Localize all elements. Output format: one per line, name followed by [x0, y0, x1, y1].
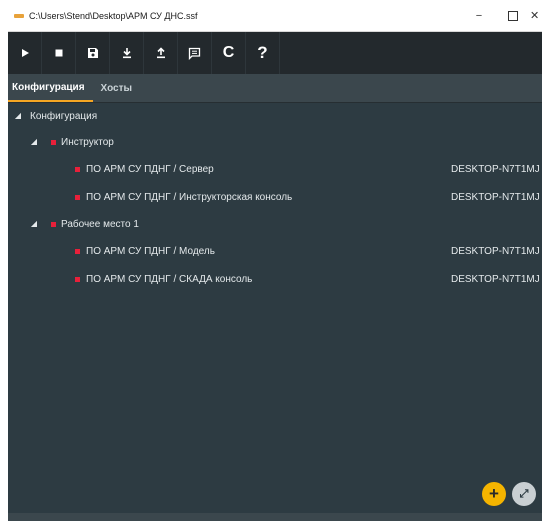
upload-icon: [156, 47, 165, 59]
tree-item-label: ПО АРМ СУ ПДНГ / Модель: [86, 245, 215, 257]
download-icon: [122, 48, 131, 59]
tree-root[interactable]: ◢ Конфигурация: [8, 103, 542, 129]
play-icon: [21, 49, 29, 57]
tree-group[interactable]: ◢ Инструктор: [8, 129, 542, 155]
tree-item[interactable]: ПО АРМ СУ ПДНГ / СКАДА консоль DESKTOP-N…: [8, 265, 542, 293]
help-icon: ?: [257, 43, 268, 62]
tree-item-host: DESKTOP-N7T1MJ: [451, 191, 540, 203]
download-button[interactable]: [110, 32, 144, 74]
help-button[interactable]: ?: [246, 32, 280, 74]
tree-item-label: ПО АРМ СУ ПДНГ / Инструкторская консоль: [86, 191, 293, 203]
maximize-button[interactable]: [496, 0, 530, 31]
message-button[interactable]: [178, 32, 212, 74]
tree-group-label: Рабочее место 1: [61, 218, 139, 230]
toolbar: C ?: [8, 32, 542, 74]
stop-button[interactable]: [42, 32, 76, 74]
status-marker-icon: [75, 194, 80, 200]
tree-root-label: Конфигурация: [30, 110, 98, 122]
tree-group-label: Инструктор: [61, 136, 114, 148]
configuration-tree: ◢ Конфигурация ◢ Инструктор ПО АРМ СУ ПД…: [8, 103, 542, 293]
tree-item[interactable]: ПО АРМ СУ ПДНГ / Модель DESKTOP-N7T1MJ: [8, 237, 542, 265]
tree-item-label: ПО АРМ СУ ПДНГ / Сервер: [86, 163, 214, 175]
tree-item-host: DESKTOP-N7T1MJ: [451, 245, 540, 257]
tree-item-host: DESKTOP-N7T1MJ: [451, 273, 540, 285]
refresh-icon: C: [222, 44, 235, 61]
tab-configuration[interactable]: Конфигурация: [8, 74, 93, 102]
add-button[interactable]: +: [482, 482, 506, 506]
refresh-button[interactable]: C: [212, 32, 246, 74]
tab-bar: Конфигурация Хосты: [8, 74, 542, 103]
close-icon: ✕: [530, 10, 540, 22]
save-button[interactable]: [76, 32, 110, 74]
status-marker-icon: [75, 276, 80, 282]
tree-item[interactable]: ПО АРМ СУ ПДНГ / Сервер DESKTOP-N7T1MJ: [8, 155, 542, 183]
minimize-button[interactable]: −: [462, 0, 496, 31]
expand-icon: ⤢: [519, 487, 529, 500]
maximize-icon: [508, 10, 518, 21]
minimize-icon: −: [475, 9, 483, 22]
status-marker-icon: [51, 139, 56, 145]
save-icon: [87, 48, 98, 58]
upload-button[interactable]: [144, 32, 178, 74]
stop-icon: [55, 49, 62, 57]
tree-item[interactable]: ПО АРМ СУ ПДНГ / Инструкторская консоль …: [8, 183, 542, 211]
message-icon: [188, 47, 201, 60]
close-button[interactable]: ✕: [530, 0, 542, 31]
play-button[interactable]: [8, 32, 42, 74]
tab-hosts[interactable]: Хосты: [93, 74, 141, 102]
status-marker-icon: [75, 248, 80, 254]
window-title: C:\Users\Stend\Desktop\АРМ СУ ДНС.ssf: [29, 10, 198, 21]
tree-group[interactable]: ◢ Рабочее место 1: [8, 211, 542, 237]
status-marker-icon: [51, 221, 56, 227]
tree-item-host: DESKTOP-N7T1MJ: [451, 163, 540, 175]
app-icon: [14, 13, 24, 18]
status-marker-icon: [75, 166, 80, 172]
collapse-icon[interactable]: ◢: [30, 219, 38, 229]
collapse-icon[interactable]: ◢: [14, 111, 22, 121]
expand-button[interactable]: ⤢: [512, 482, 536, 506]
status-bar: [8, 513, 542, 521]
tree-item-label: ПО АРМ СУ ПДНГ / СКАДА консоль: [86, 273, 253, 285]
title-bar: C:\Users\Stend\Desktop\АРМ СУ ДНС.ssf − …: [8, 0, 542, 32]
plus-icon: +: [489, 484, 499, 503]
app-window: C:\Users\Stend\Desktop\АРМ СУ ДНС.ssf − …: [8, 0, 542, 521]
window-controls: − ✕: [462, 0, 542, 31]
collapse-icon[interactable]: ◢: [30, 137, 38, 147]
